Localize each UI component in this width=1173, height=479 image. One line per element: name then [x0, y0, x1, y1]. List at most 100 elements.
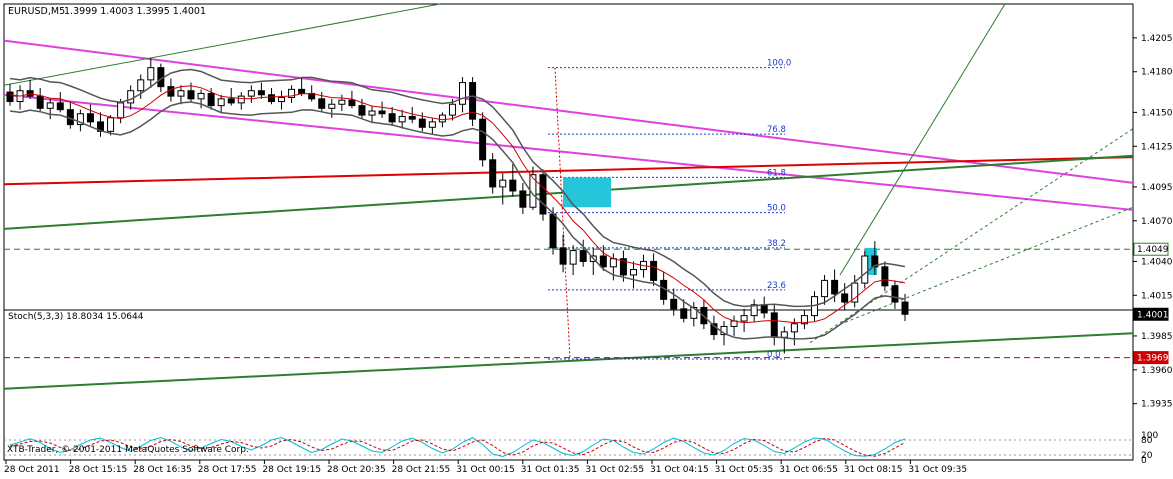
x-tick-label: 28 Oct 17:55 [198, 465, 257, 475]
candle-body [519, 190, 527, 208]
candle-body [6, 91, 14, 103]
copyright-label: XTB-Trader, © 2001-2011 MetaQuotes Softw… [7, 445, 249, 455]
y-tick-label: 1.4015 [1141, 291, 1173, 301]
candle-body [509, 179, 517, 192]
candle-body [841, 293, 849, 303]
candle-body [609, 258, 617, 268]
chart-window[interactable]: 100.0 76.8 61.8 50.0 38.2 23.6 0.0 1.4205 1.418… [0, 0, 1173, 475]
x-tick-label: 31 Oct 08:15 [844, 465, 903, 475]
candle-body [740, 315, 748, 322]
fib-level-label: 61.8 [767, 168, 786, 178]
candle-body [469, 82, 477, 120]
candle-body [56, 102, 64, 111]
candle-body [559, 247, 567, 265]
candle-body [257, 90, 265, 96]
fib-level-label: 76.8 [767, 125, 786, 135]
stoch-y-label: 80 [1141, 436, 1153, 446]
candle-body [86, 113, 94, 123]
candle-body [408, 115, 416, 120]
x-tick-label: 31 Oct 00:15 [456, 465, 515, 475]
candle-body [167, 86, 175, 97]
candle-body [650, 260, 658, 281]
y-tick-label: 1.4125 [1141, 142, 1173, 152]
price-marker-label: 1.4001 [1137, 310, 1169, 320]
candle-body [891, 285, 899, 303]
fib-level-label: 100.0 [767, 59, 791, 69]
candle-body [378, 110, 386, 115]
x-tick-label: 28 Oct 15:15 [69, 465, 128, 475]
chart-title: EURUSD,M5 [8, 6, 65, 17]
x-tick-label: 31 Oct 04:15 [650, 465, 709, 475]
candle-body [207, 92, 215, 107]
y-tick-label: 1.3935 [1141, 400, 1173, 410]
x-tick-label: 28 Oct 20:35 [327, 465, 386, 475]
x-tick-label: 31 Oct 05:35 [715, 465, 774, 475]
candle-body [831, 279, 839, 295]
candle-body [489, 159, 497, 188]
x-tick-label: 31 Oct 06:55 [779, 465, 838, 475]
candle-body [569, 250, 577, 265]
candle-body [197, 92, 205, 100]
price-marker-label: 1.3969 [1137, 354, 1169, 364]
x-tick-label: 28 Oct 2011 [4, 465, 60, 475]
fib-level-label: 23.6 [767, 281, 786, 291]
candle-body [479, 118, 487, 161]
candle-body [579, 250, 587, 262]
highlight-box [563, 177, 611, 208]
candle-body [187, 90, 195, 100]
fib-level-label: 50.0 [767, 204, 786, 214]
candle-body [177, 90, 185, 97]
candle-body [358, 105, 366, 116]
x-tick-label: 28 Oct 16:35 [133, 465, 192, 475]
candle-body [107, 117, 115, 132]
candle-body [438, 114, 446, 123]
x-tick-label: 28 Oct 19:15 [262, 465, 321, 475]
candle-body [117, 102, 125, 119]
x-tick-label: 31 Oct 01:35 [521, 465, 580, 475]
candle-body [217, 98, 225, 107]
candle-body [459, 82, 467, 105]
candle-body [861, 255, 869, 284]
price-marker-label: 1.4049 [1137, 245, 1169, 255]
candle-body [127, 90, 135, 104]
candle-body [278, 96, 286, 103]
candle-body [881, 266, 889, 287]
candle-body [901, 301, 909, 315]
candle-body [499, 179, 507, 188]
y-tick-label: 1.4180 [1141, 68, 1173, 78]
candle-body [46, 102, 54, 109]
fib-level-label: 0.0 [767, 350, 781, 360]
candle-body [348, 99, 356, 107]
candle-body [418, 118, 426, 128]
candle-body [549, 213, 557, 249]
y-tick-label: 1.3960 [1141, 366, 1173, 376]
candle-body [780, 331, 788, 338]
candle-body [328, 103, 336, 109]
stoch-y-label: 0 [1141, 456, 1147, 466]
stochastic-title: Stoch(5,3,3) 18.8034 15.0644 [8, 312, 144, 322]
ohlc-label: 1.3999 1.4003 1.3995 1.4001 [64, 6, 206, 17]
candle-body [388, 113, 396, 123]
candle-body [670, 298, 678, 310]
candle-body [36, 95, 44, 109]
candle-body [629, 269, 637, 276]
candle-body [237, 95, 245, 104]
fib-level-label: 38.2 [767, 239, 786, 249]
y-tick-label: 1.4095 [1141, 183, 1173, 193]
candle-body [247, 90, 255, 97]
candle-body [338, 99, 346, 105]
y-tick-label: 1.4205 [1141, 34, 1173, 44]
y-tick-label: 1.4150 [1141, 108, 1173, 118]
candle-body [770, 312, 778, 338]
x-tick-label: 31 Oct 02:55 [585, 465, 644, 475]
candle-body [147, 67, 155, 81]
candle-body [821, 279, 829, 298]
candle-body [267, 94, 275, 103]
candle-body [368, 110, 376, 116]
x-tick-label: 31 Oct 09:35 [908, 465, 967, 475]
y-tick-label: 1.4040 [1141, 257, 1173, 267]
chart-canvas[interactable]: 100.0 76.8 61.8 50.0 38.2 23.6 0.0 1.4205 1.418… [0, 0, 1173, 475]
candle-body [398, 115, 406, 123]
candle-body [318, 98, 326, 109]
candle-body [599, 255, 607, 268]
